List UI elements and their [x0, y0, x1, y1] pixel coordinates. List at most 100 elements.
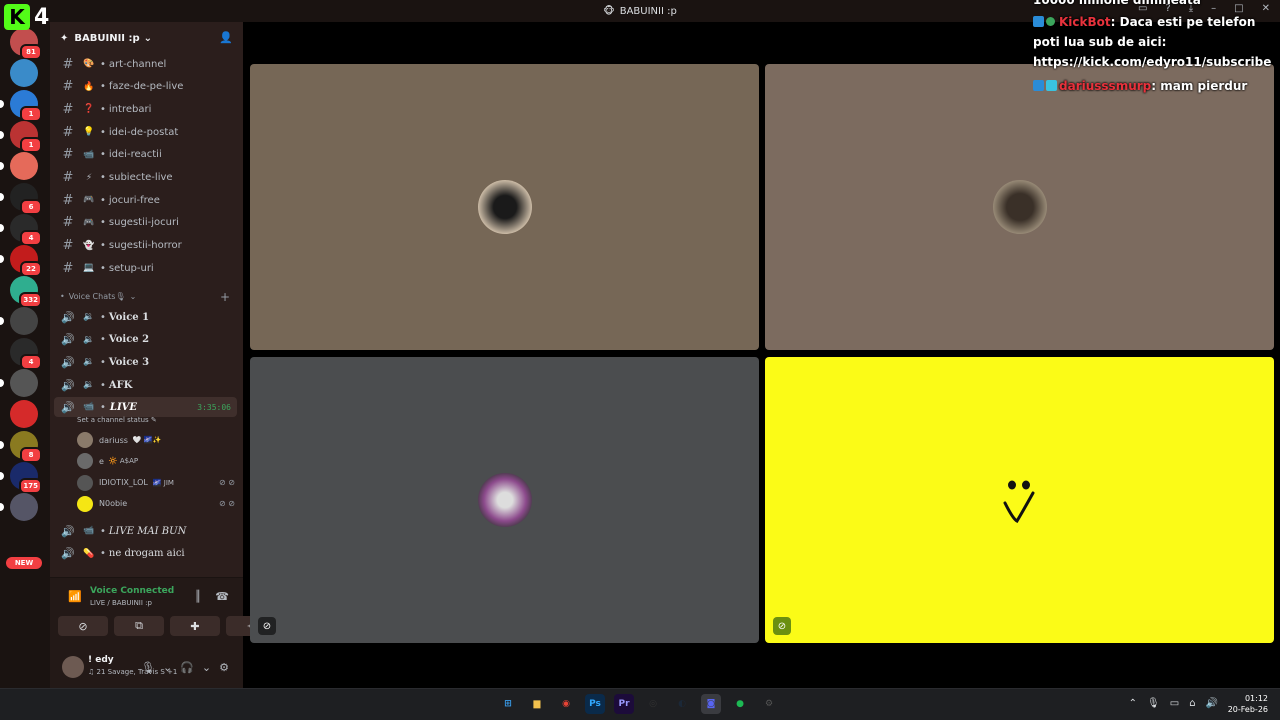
- text-channel-idei-reactii[interactable]: # 📹 • idei-reactii: [54, 145, 237, 165]
- voice-channel-live[interactable]: 🔊 📹 • LIVE 3:35:06: [54, 397, 237, 417]
- server-icon[interactable]: 4: [10, 214, 42, 246]
- text-channel-faze-de-pe-live[interactable]: # 🔥 • faze-de-pe-live: [54, 77, 237, 97]
- video-tile[interactable]: [250, 64, 759, 350]
- text-channel-intrebari[interactable]: # ❓ • intrebari: [54, 99, 237, 119]
- chat-text: : mam pierdur: [1151, 79, 1248, 93]
- spotify-icon[interactable]: ●: [730, 694, 750, 714]
- camera-off-button[interactable]: ⊘: [58, 616, 108, 636]
- video-tile[interactable]: ⊘: [250, 357, 759, 643]
- invite-people-icon[interactable]: 👤: [219, 31, 233, 44]
- text-channel-sugestii-jocuri[interactable]: # 🎮 • sugestii-jocuri: [54, 213, 237, 233]
- speaker-small-icon: 🔉: [83, 380, 95, 391]
- text-channel-subiecte-live[interactable]: # ⚡ • subiecte-live: [54, 168, 237, 188]
- steam-icon[interactable]: ◐: [672, 694, 692, 714]
- text-channel-setup-uri[interactable]: # 💻 • setup-uri: [54, 258, 237, 278]
- text-channel-art-channel[interactable]: # 🎨 • art-channel: [54, 54, 237, 74]
- noise-suppression-icon[interactable]: ║: [195, 590, 202, 603]
- clock[interactable]: 01:12 20-Feb-26: [1228, 693, 1268, 715]
- server-icon[interactable]: 4: [10, 338, 42, 370]
- microphone-icon[interactable]: 🎙: [1147, 698, 1160, 709]
- channel-status[interactable]: Set a channel status ✎: [77, 416, 157, 424]
- server-icon[interactable]: [10, 307, 38, 335]
- user-name[interactable]: ! edy: [88, 655, 114, 665]
- channel-emoji: ⚡: [85, 172, 93, 183]
- server-icon[interactable]: 6: [10, 183, 42, 215]
- voice-channel-voice-1[interactable]: 🔊 🔉 • Voice 1: [54, 307, 237, 327]
- windows-icon[interactable]: ⊞: [498, 694, 518, 714]
- chevron-down-icon[interactable]: ⌄: [163, 661, 172, 674]
- server-icon[interactable]: 8: [10, 431, 42, 463]
- avatar[interactable]: [62, 656, 84, 678]
- channel-name: subiecte-live: [108, 172, 173, 183]
- disconnect-icon[interactable]: ☎: [215, 590, 229, 603]
- mention-badge: 22: [20, 261, 42, 277]
- voice-location[interactable]: LIVE / BABUINII :p: [90, 599, 152, 607]
- signal-icon[interactable]: 📶: [68, 590, 82, 603]
- chevron-up-icon[interactable]: ⌃: [1129, 698, 1137, 709]
- voice-user-name: e: [99, 456, 104, 466]
- voice-channel-voice-2[interactable]: 🔊 🔉 • Voice 2: [54, 330, 237, 350]
- premiere-icon[interactable]: Pr: [614, 694, 634, 714]
- server-icon[interactable]: [10, 152, 38, 180]
- server-icon[interactable]: [10, 493, 38, 521]
- channel-emoji: ❓: [83, 104, 95, 115]
- server-icon[interactable]: 81: [10, 28, 42, 60]
- monkey-icon: 🐵: [603, 5, 615, 17]
- voice-user[interactable]: N0obie ⊘ ⊘: [77, 494, 237, 514]
- kick-viewer-count: 4: [34, 4, 50, 30]
- server-icon[interactable]: 1: [10, 121, 42, 153]
- display-icon[interactable]: ▭: [1170, 698, 1179, 709]
- chevron-down-icon[interactable]: ⌄: [202, 661, 211, 674]
- new-badge: NEW: [6, 557, 42, 569]
- voice-channel-voice-3[interactable]: 🔊 🔉 • Voice 3: [54, 352, 237, 372]
- server-icon[interactable]: 1: [10, 90, 42, 122]
- voice-channel-extra[interactable]: 🔊 💊 • ne drogam aici: [54, 544, 237, 564]
- voice-user[interactable]: e 🔆 A$AP: [77, 451, 237, 471]
- gear-icon[interactable]: ⚙: [219, 661, 229, 674]
- server-icon[interactable]: [10, 400, 38, 428]
- video-tile[interactable]: ⊘: [765, 357, 1274, 643]
- unread-pill: [0, 224, 4, 232]
- network-icon[interactable]: ⌂: [1189, 698, 1195, 709]
- activities-icon: ✚: [190, 619, 200, 633]
- clock-date: 20-Feb-26: [1227, 705, 1268, 714]
- server-icon[interactable]: 22: [10, 245, 42, 277]
- obs-icon[interactable]: ◎: [643, 694, 663, 714]
- mention-badge: 175: [19, 478, 42, 494]
- voice-category-label: Voice Chats🎙: [68, 292, 126, 301]
- photoshop-icon[interactable]: Ps: [585, 694, 605, 714]
- microphone-icon[interactable]: 🎙: [141, 661, 155, 674]
- voice-channel-extra[interactable]: 🔊 📹 • LIVE MAI BUN: [54, 521, 237, 541]
- volume-icon[interactable]: 🔊: [1206, 698, 1218, 709]
- voice-user[interactable]: IDIOTIX_LOL 🌌 JIM ⊘ ⊘: [77, 473, 237, 493]
- discord-icon[interactable]: ◙: [701, 694, 721, 714]
- folder-icon[interactable]: ▆: [527, 694, 547, 714]
- text-channel-jocuri-free[interactable]: # 🎮 • jocuri-free: [54, 190, 237, 210]
- headphones-icon[interactable]: 🎧: [180, 661, 194, 674]
- chat-user: dariusssmurp: [1059, 79, 1152, 93]
- unread-pill: [0, 379, 4, 387]
- text-channel-idei-de-postat[interactable]: # 💡 • idei-de-postat: [54, 122, 237, 142]
- settings-icon[interactable]: ⚙: [759, 694, 779, 714]
- channel-name: sugestii-jocuri: [108, 217, 179, 229]
- voice-channel-afk[interactable]: 🔊 🔉 • AFK: [54, 375, 237, 395]
- text-channel-sugestii-horror[interactable]: # 👻 • sugestii-horror: [54, 236, 237, 256]
- server-header[interactable]: ✦ BABUINII :p ⌄ 👤: [50, 22, 243, 54]
- chrome-icon[interactable]: ◉: [556, 694, 576, 714]
- smiley-drawing: [1003, 480, 1035, 523]
- server-icon[interactable]: [10, 59, 38, 87]
- voice-user[interactable]: dariuss 🤍 🌌✨: [77, 430, 237, 450]
- voice-status[interactable]: Voice Connected: [90, 586, 174, 596]
- screen-share-button[interactable]: ⧉: [114, 616, 164, 636]
- mention-badge: 4: [20, 230, 42, 246]
- server-icon[interactable]: [10, 369, 38, 397]
- voice-channel-name: LIVE: [109, 401, 137, 413]
- video-tile[interactable]: [765, 64, 1274, 350]
- voice-category[interactable]: • Voice Chats🎙 ⌄ +: [60, 290, 230, 304]
- camera-off-icon: ⊘: [773, 617, 791, 635]
- create-channel-icon[interactable]: +: [220, 290, 230, 304]
- muted-icons: ⊘ ⊘: [219, 499, 235, 509]
- activities-button[interactable]: ✚: [170, 616, 220, 636]
- server-icon[interactable]: 332: [10, 276, 42, 308]
- server-icon[interactable]: 175: [10, 462, 42, 494]
